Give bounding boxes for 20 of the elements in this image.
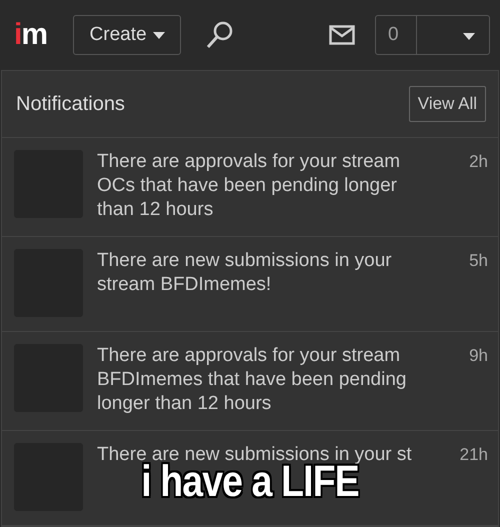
caret-icon (152, 32, 165, 38)
view-all-button[interactable]: View All (408, 86, 486, 122)
create-button[interactable]: Create (73, 15, 182, 55)
notification-item[interactable]: There are approvals for your stream OCs that have been pending longer than 12 hours 2h (2, 138, 498, 237)
notification-count: 0 (376, 16, 417, 54)
notification-text: There are approvals for your stream OCs that have been pending longer than 12 hours (97, 150, 402, 222)
panel-title: Notifications (16, 92, 125, 116)
notification-text: There are new submissions in your st (97, 443, 413, 465)
notification-time: 21h (458, 444, 488, 465)
caret-icon (463, 32, 475, 40)
site-logo[interactable]: im (14, 18, 48, 52)
mail-icon[interactable] (329, 25, 355, 45)
notification-item[interactable]: There are new submissions in your stream BFDImemes! 5h (2, 237, 498, 332)
notification-text: There are approvals for your stream BFDImemes that have been pending longer than 12 hours (97, 344, 408, 416)
notification-item[interactable]: There are approvals for your stream BFDImemes that have been pending longer than 12 hours 9h (2, 332, 498, 431)
notification-text: There are new submissions in your stream BFDImemes! (97, 249, 393, 297)
notification-time: 2h (468, 151, 488, 172)
notification-time: 5h (468, 250, 488, 271)
notification-time: 9h (468, 345, 488, 366)
notification-counter[interactable]: 0 (375, 15, 490, 55)
